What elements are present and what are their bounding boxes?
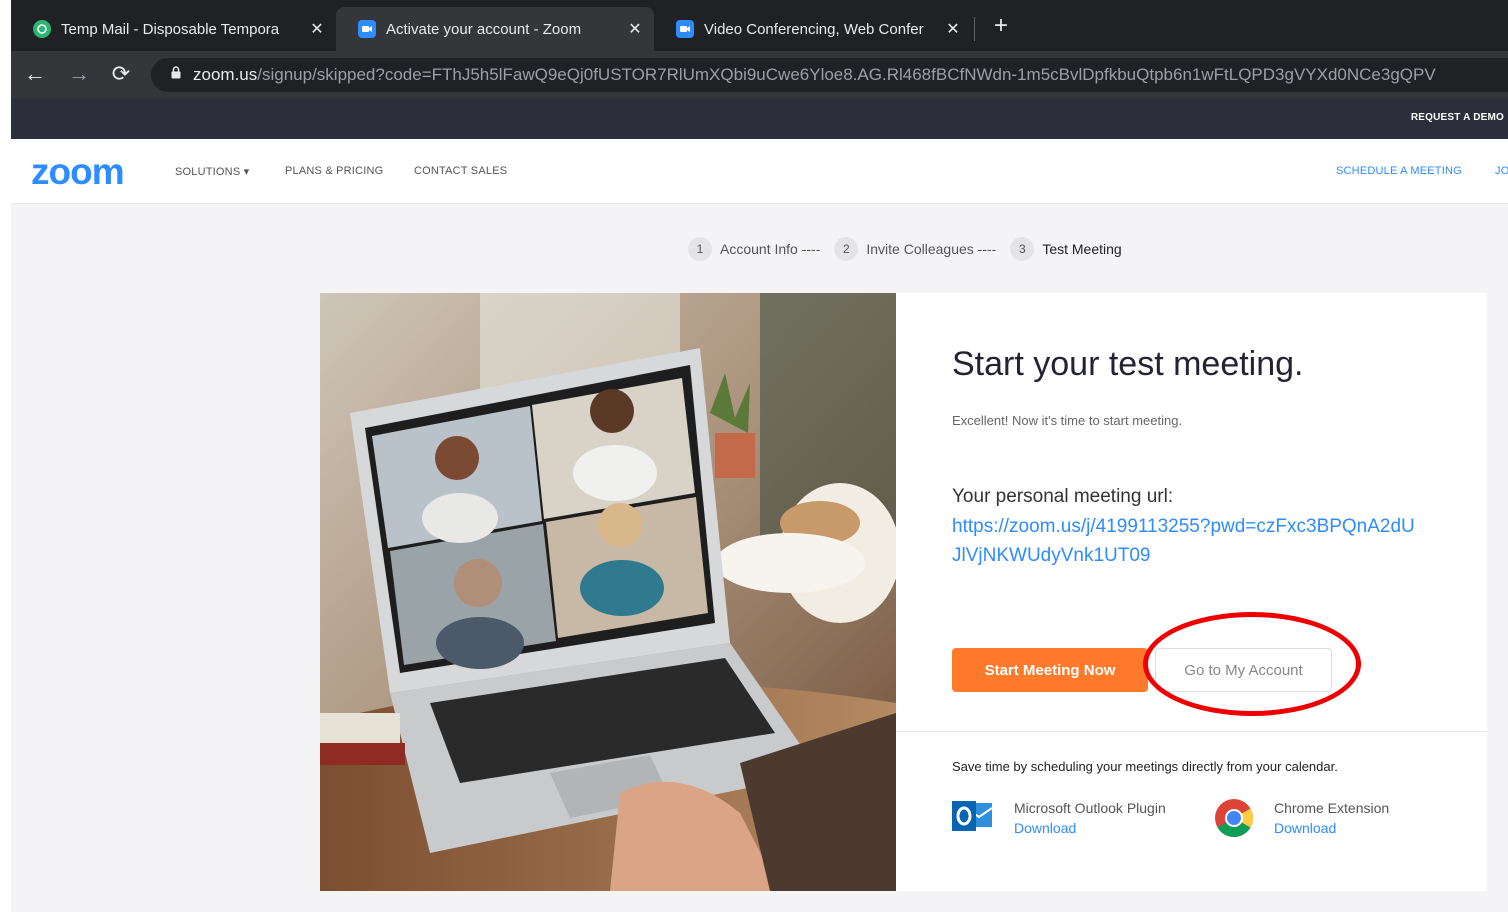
chrome-icon	[1214, 798, 1254, 843]
step-test-meeting: 3 Test Meeting	[1010, 237, 1122, 261]
step-label: Invite Colleagues ----	[866, 241, 997, 257]
laptop-video-call-photo	[320, 293, 896, 891]
zoom-favicon	[676, 20, 694, 38]
lock-icon	[171, 66, 181, 84]
url-host: zoom.us	[193, 65, 258, 84]
chrome-extension: Chrome Extension Download	[1214, 798, 1389, 843]
divider	[896, 731, 1487, 732]
zoom-logo[interactable]: zoom	[31, 151, 125, 193]
tempmail-favicon	[33, 20, 51, 38]
step-label: Account Info ----	[720, 241, 821, 257]
url-field[interactable]: zoom.us/signup/skipped?code=FThJ5h5lFawQ…	[151, 58, 1508, 92]
back-icon[interactable]: ←	[22, 59, 48, 89]
outlook-plugin: Microsoft Outlook Plugin Download	[952, 798, 1166, 839]
outlook-icon	[952, 798, 994, 839]
zoom-nav: zoom SOLUTIONS ▾ PLANS & PRICING CONTACT…	[11, 139, 1508, 204]
chrome-download-link[interactable]: Download	[1274, 818, 1389, 838]
step-number: 1	[688, 237, 712, 261]
reload-icon[interactable]: ⟳	[108, 59, 134, 89]
page-title: Start your test meeting.	[952, 345, 1304, 383]
step-number: 2	[834, 237, 859, 261]
chrome-extension-name: Chrome Extension	[1274, 800, 1390, 816]
request-demo-link[interactable]: REQUEST A DEMO	[1411, 112, 1504, 123]
meeting-url-label: Your personal meeting url:	[952, 486, 1174, 507]
start-meeting-button[interactable]: Start Meeting Now	[952, 648, 1148, 692]
tab-title: Temp Mail - Disposable Tempora	[61, 20, 280, 38]
nav-plans-pricing[interactable]: PLANS & PRICING	[285, 165, 383, 177]
tab-activate-account[interactable]: Activate your account - Zoom ✕	[336, 7, 654, 51]
zoom-top-bar: REQUEST A DEMO	[11, 98, 1508, 139]
forward-icon[interactable]: →	[66, 59, 92, 89]
new-tab-icon[interactable]: +	[988, 12, 1014, 40]
outlook-download-link[interactable]: Download	[1014, 818, 1166, 838]
meeting-panel: Start your test meeting. Excellent! Now …	[896, 293, 1487, 891]
nav-solutions[interactable]: SOLUTIONS ▾	[175, 165, 249, 178]
url-path: /signup/skipped?code=FThJ5h5lFawQ9eQj0fU…	[257, 65, 1436, 84]
tab-close-icon[interactable]: ✕	[308, 19, 326, 39]
tab-video-conferencing[interactable]: Video Conferencing, Web Confer ✕	[654, 7, 972, 51]
meeting-url-link[interactable]: https://zoom.us/j/4199113255?pwd=czFxc3B…	[952, 512, 1422, 570]
tab-close-icon[interactable]: ✕	[626, 19, 644, 39]
tab-separator	[974, 17, 975, 41]
subtitle: Excellent! Now it's time to start meetin…	[952, 413, 1183, 428]
nav-schedule-meeting[interactable]: SCHEDULE A MEETING	[1336, 165, 1462, 177]
calendar-promo-text: Save time by scheduling your meetings di…	[952, 759, 1338, 774]
test-meeting-card: Start your test meeting. Excellent! Now …	[320, 293, 1487, 891]
tab-temp-mail[interactable]: Temp Mail - Disposable Tempora ✕	[11, 7, 336, 51]
url-text: zoom.us/signup/skipped?code=FThJ5h5lFawQ…	[193, 65, 1436, 85]
left-margin	[0, 0, 11, 912]
outlook-plugin-name: Microsoft Outlook Plugin	[1014, 800, 1166, 816]
step-number: 3	[1010, 237, 1035, 261]
browser-tab-bar: Temp Mail - Disposable Tempora ✕ Activat…	[0, 0, 1508, 51]
nav-contact-sales[interactable]: CONTACT SALES	[414, 165, 507, 177]
signup-steps: 1 Account Info ---- 2 Invite Colleagues …	[688, 237, 1136, 261]
step-invite-colleagues: 2 Invite Colleagues ----	[834, 237, 996, 261]
nav-join-meeting[interactable]: JO	[1495, 165, 1508, 177]
browser-address-bar: ← → ⟳ zoom.us/signup/skipped?code=FThJ5h…	[0, 51, 1508, 98]
red-annotation-circle	[1143, 612, 1361, 716]
zoom-favicon	[358, 20, 376, 38]
step-label: Test Meeting	[1042, 241, 1122, 257]
tab-close-icon[interactable]: ✕	[944, 19, 962, 39]
tab-title: Activate your account - Zoom	[386, 20, 582, 38]
step-account-info: 1 Account Info ----	[688, 237, 820, 261]
tab-title: Video Conferencing, Web Confer	[704, 20, 924, 38]
